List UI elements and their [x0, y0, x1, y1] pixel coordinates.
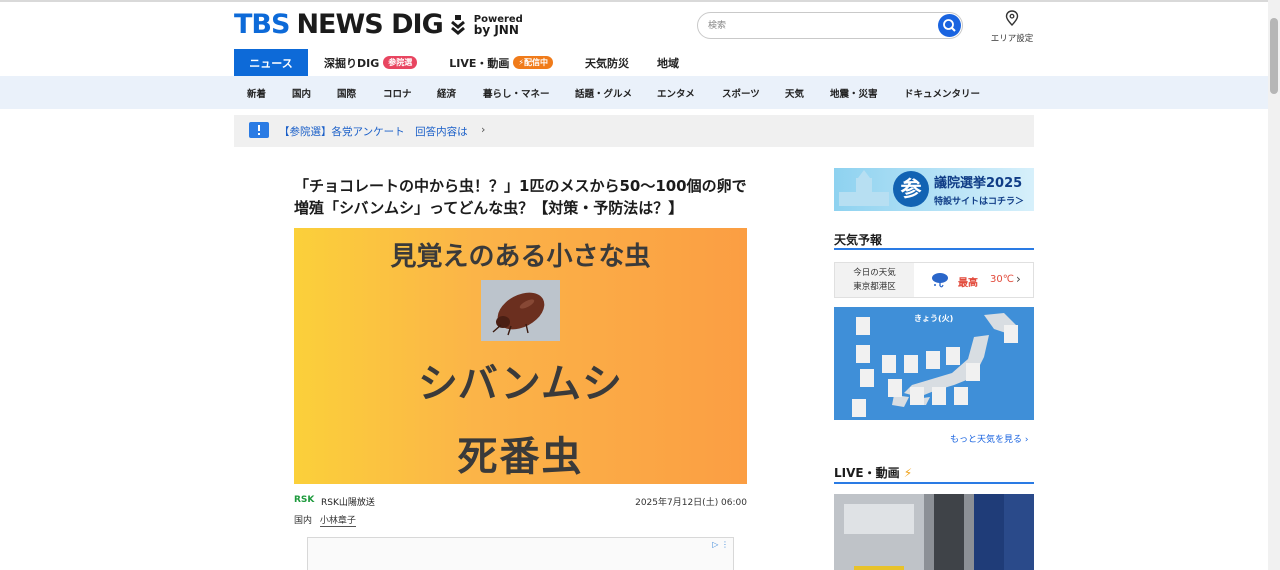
cat-living-money[interactable]: 暮らし・マネー — [483, 86, 550, 100]
nav-weather-disaster[interactable]: 天気防災 — [585, 49, 629, 76]
nav-fukabori-label: 深掘りDIG — [324, 56, 380, 70]
weather-high-label: 最高 — [958, 278, 978, 289]
nav-news[interactable]: ニュース — [234, 49, 308, 76]
live-video-thumbnail[interactable] — [834, 494, 1034, 570]
search-button[interactable] — [938, 14, 961, 37]
more-weather-link[interactable]: もっと天気を見る › — [950, 432, 1028, 445]
chevron-right-icon: › — [481, 123, 486, 136]
live-section-underline — [834, 482, 1034, 484]
hero-caption-katakana: シバンムシ — [418, 361, 623, 407]
cat-documentary[interactable]: ドキュメンタリー — [904, 86, 980, 100]
article-hero-image: 見覚えのある小さな虫 シバンムシ 死番虫 — [294, 228, 747, 484]
streaming-badge: ⚡配信中 — [513, 56, 554, 69]
page-scrollbar[interactable] — [1268, 0, 1280, 570]
area-setting-label: エリア設定 — [990, 34, 1034, 44]
tag-author[interactable]: 小林章子 — [319, 516, 356, 527]
cloud-rain-icon — [930, 272, 950, 288]
banner-title: 議院選挙2025 — [934, 176, 1023, 191]
banner-subtitle: 特設サイトはコチラ＞ — [934, 197, 1025, 207]
cat-corona[interactable]: コロナ — [383, 86, 412, 100]
cat-topics-gourmet[interactable]: 話題・グルメ — [575, 86, 632, 100]
election-notice-bar[interactable]: 【参院選】各党アンケート 回答内容は › — [234, 115, 1034, 147]
nav-weather-label: 天気防災 — [585, 56, 630, 70]
cat-international[interactable]: 国際 — [337, 86, 356, 100]
ad-choices-icon[interactable]: ▷ ⋮ — [712, 540, 729, 549]
article-meta: RSK RSK山陽放送 2025年7月12日(土) 06:00 — [294, 494, 747, 508]
hero-caption-kanji: 死番虫 — [457, 434, 584, 480]
primary-nav: ニュース 深掘りDIG 参院選 LIVE・動画 ⚡配信中 天気防災 地域 — [234, 49, 679, 76]
scrollbar-thumb[interactable] — [1270, 18, 1278, 94]
advertisement[interactable]: ▷ ⋮ — [307, 537, 734, 570]
article-headline: 「チョコレートの中から虫！？」1匹のメスから50〜100個の卵で増殖「シバンムシ… — [294, 177, 747, 217]
search-icon — [943, 19, 956, 32]
beetle-photo — [481, 280, 560, 341]
tag-domestic[interactable]: 国内 — [294, 516, 312, 526]
live-section-title: LIVE・動画 ⚡ — [834, 464, 912, 481]
article-tags: 国内 小林章子 — [294, 513, 361, 527]
streaming-badge-label: 配信中 — [524, 58, 549, 67]
lightning-icon: ⚡ — [903, 466, 913, 480]
sanin-circle-icon: 参 — [893, 171, 929, 207]
hero-caption-top: 見覚えのある小さな虫 — [390, 242, 651, 272]
cat-earthquake-disaster[interactable]: 地震・災害 — [830, 86, 878, 100]
location-pin-icon — [1005, 10, 1019, 26]
weather-map[interactable]: きょう(火) — [834, 307, 1034, 420]
search-box — [697, 12, 963, 39]
cat-entertainment[interactable]: エンタメ — [657, 86, 695, 100]
notice-text: 【参院選】各党アンケート 回答内容は — [279, 126, 468, 138]
publish-date: 2025年7月12日(土) 06:00 — [635, 498, 747, 508]
weather-place-label: 東京都港区 — [853, 282, 896, 292]
rsk-logo: RSK — [294, 495, 315, 505]
chevron-right-icon: › — [1016, 272, 1021, 286]
search-input[interactable] — [708, 18, 928, 34]
logo-news-dig: NEWS DIG — [296, 9, 443, 40]
weather-high-temp: 30℃ — [990, 274, 1014, 285]
site-logo[interactable]: TBS NEWS DIG Powered by JNN — [234, 10, 523, 40]
cat-domestic[interactable]: 国内 — [292, 86, 311, 100]
nav-region[interactable]: 地域 — [657, 49, 679, 76]
nav-live-label: LIVE・動画 — [449, 56, 510, 70]
election-2025-banner[interactable]: 参 議院選挙2025 特設サイトはコチラ＞ — [834, 168, 1034, 211]
cat-sports[interactable]: スポーツ — [722, 86, 760, 100]
weather-section-title: 天気予報 — [834, 233, 883, 247]
weather-today-card[interactable]: 今日の天気 東京都港区 最高 30℃ › — [834, 262, 1034, 298]
notice-exclamation-icon — [249, 122, 269, 138]
top-divider — [0, 0, 1280, 2]
by-jnn-text: by JNN — [473, 23, 519, 37]
logo-tbs: TBS — [234, 9, 290, 40]
cat-weather[interactable]: 天気 — [785, 86, 804, 100]
cat-latest[interactable]: 新着 — [247, 86, 266, 100]
weather-map-label: きょう(火) — [914, 314, 954, 323]
nav-region-label: 地域 — [657, 56, 680, 70]
live-section-label: LIVE・動画 — [834, 466, 900, 480]
area-setting-button[interactable]: エリア設定 — [989, 10, 1035, 44]
video-thumbnail-graphic — [834, 494, 1034, 570]
powered-by-jnn: Powered by JNN — [474, 14, 523, 36]
nav-live-video[interactable]: LIVE・動画 ⚡配信中 — [449, 49, 554, 76]
source-name[interactable]: RSK山陽放送 — [321, 495, 375, 508]
sanin-badge: 参院選 — [383, 56, 418, 69]
category-nav: 新着 国内 国際 コロナ 経済 暮らし・マネー 話題・グルメ エンタメ スポーツ… — [0, 76, 1268, 109]
nav-news-label: ニュース — [249, 56, 293, 70]
dig-arrow-icon — [450, 13, 466, 37]
weather-section-underline — [834, 248, 1034, 250]
weather-location-cell: 今日の天気 東京都港区 — [835, 263, 914, 297]
nav-fukabori-dig[interactable]: 深掘りDIG 参院選 — [324, 49, 418, 76]
cat-economy[interactable]: 経済 — [437, 86, 456, 100]
weather-today-label: 今日の天気 — [853, 268, 896, 278]
